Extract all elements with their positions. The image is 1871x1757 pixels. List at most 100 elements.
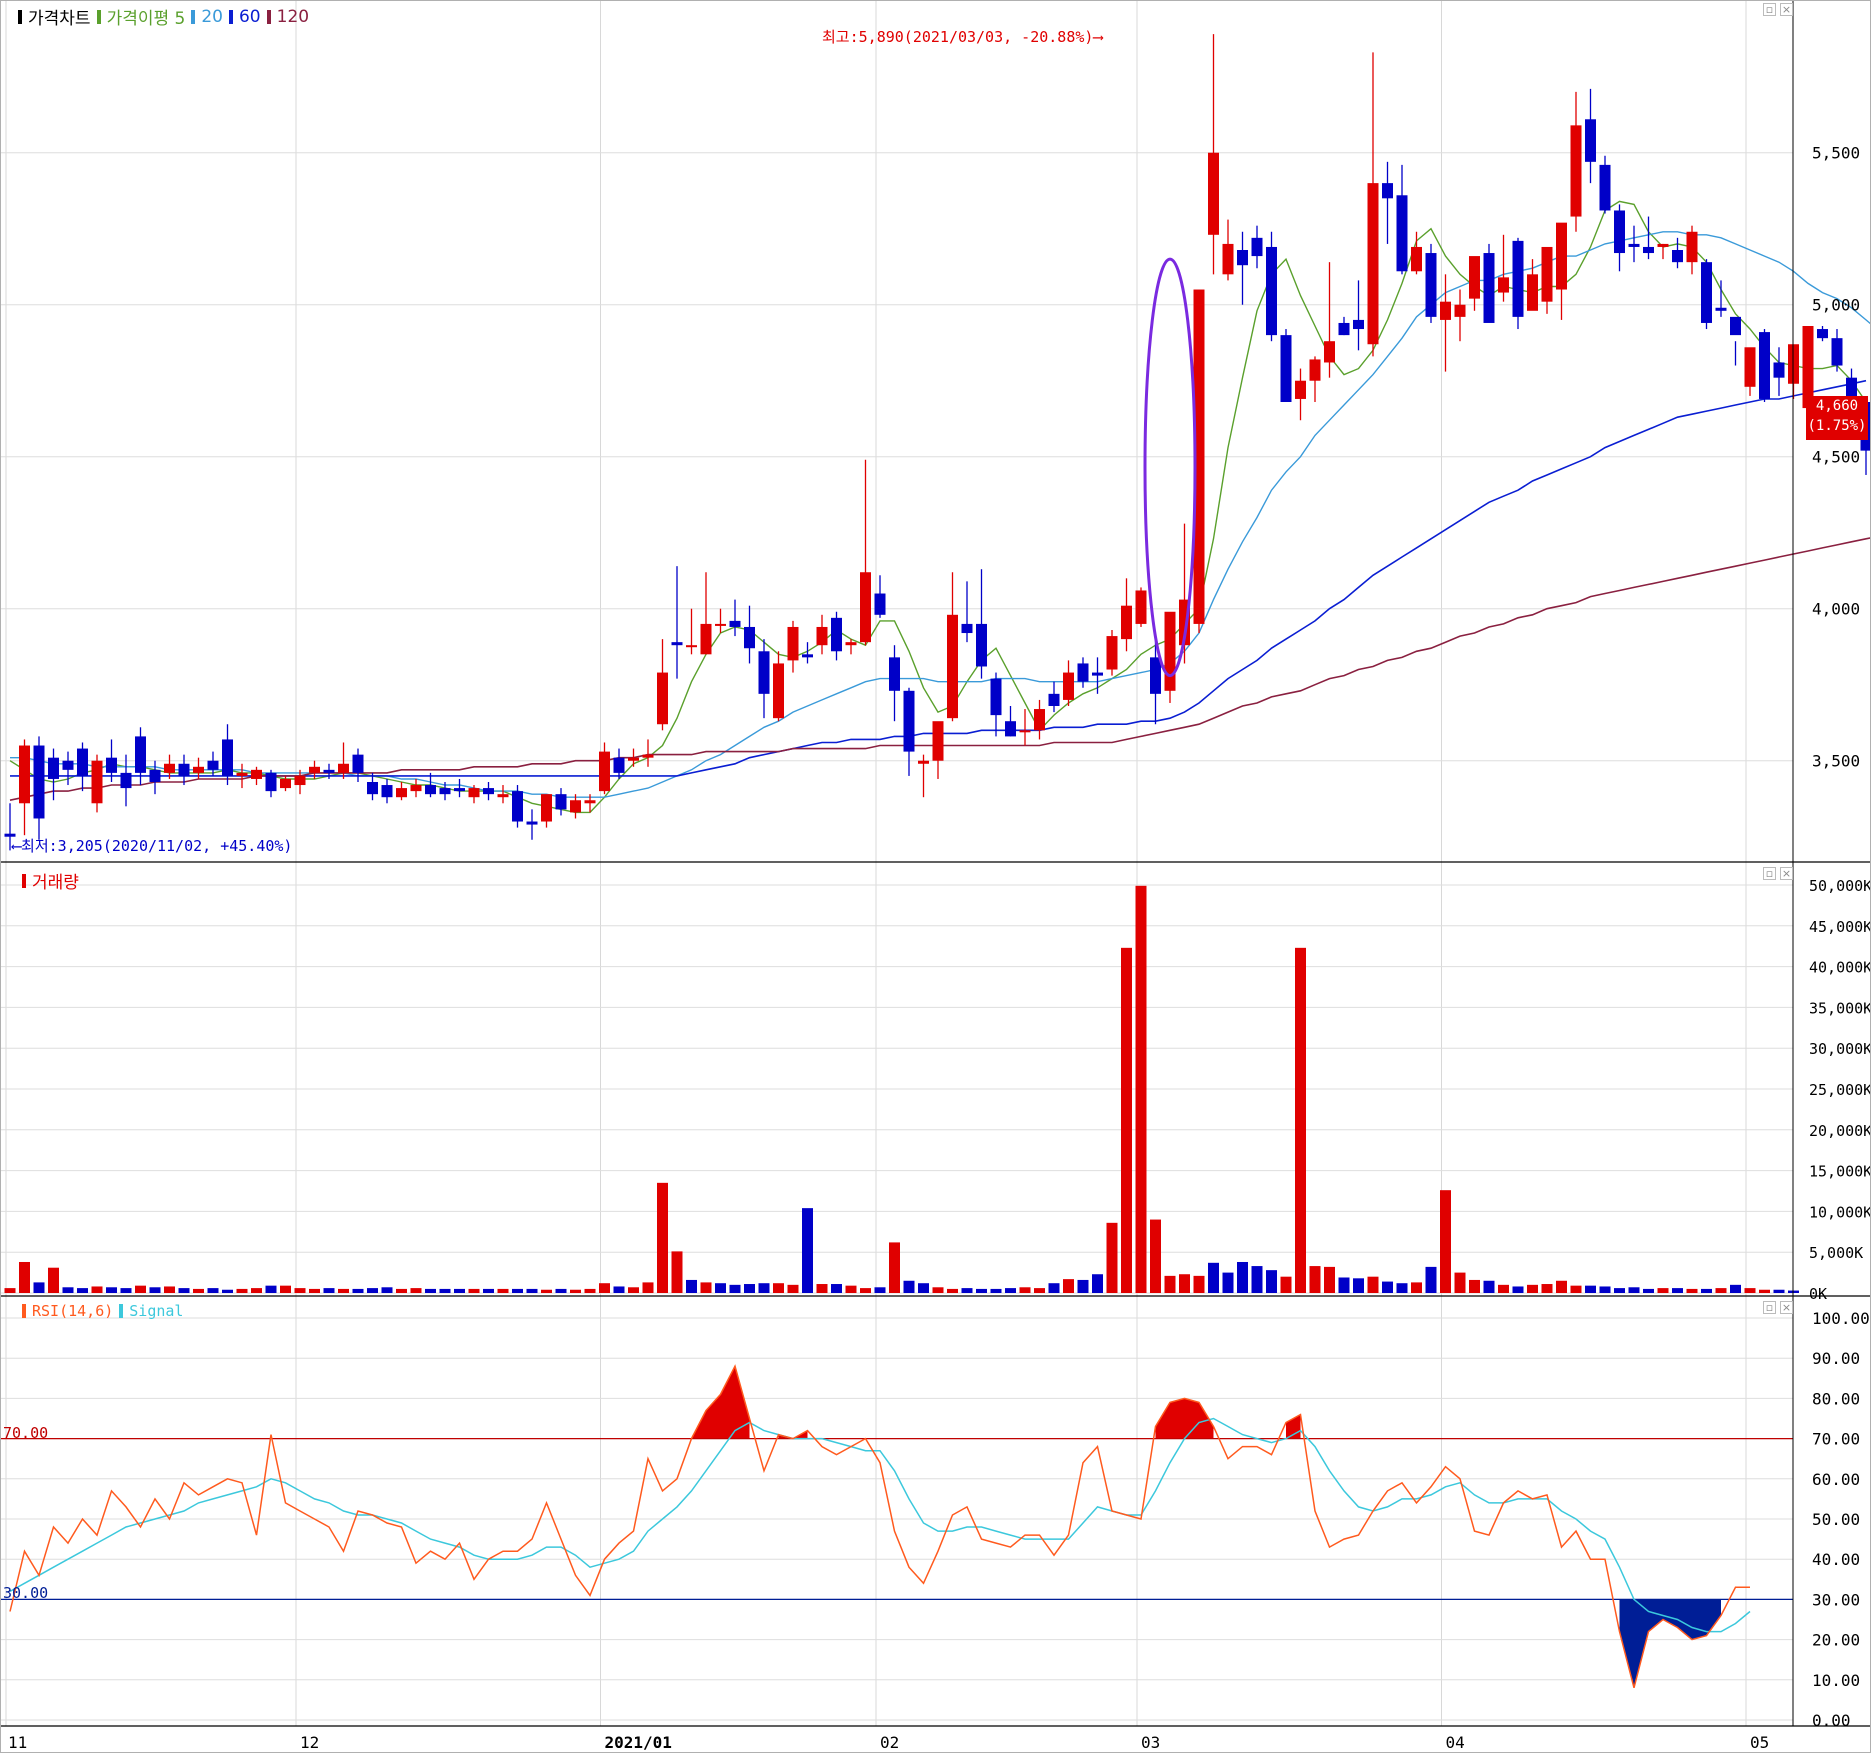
volume-bar [614,1286,625,1293]
rsi-axis-tick-label: 70.00 [1812,1430,1860,1449]
candle-body [1498,277,1509,292]
candle-body [1832,338,1843,365]
candle-body [1150,657,1161,693]
candle-body [1643,247,1654,253]
candle-body [1310,359,1321,380]
legend-volume-label: 거래량 [32,868,79,893]
candle-body [1165,612,1176,691]
candle-body [1136,590,1147,623]
price-panel-close-button[interactable]: × [1780,3,1793,16]
legend-ma20-label: 20 [201,7,223,27]
volume-bar [1179,1274,1190,1293]
candle-body [512,791,523,821]
candle-body [164,764,175,773]
volume-bar [730,1285,741,1293]
candle-body [889,657,900,690]
rsi-axis-tick-label: 20.00 [1812,1631,1860,1650]
volume-bar [1223,1273,1234,1293]
volume-bar [802,1208,813,1293]
candle-body [309,767,320,773]
volume-bar [889,1242,900,1293]
volume-bar [788,1285,799,1293]
volume-bar [411,1288,422,1293]
candle-body [222,739,233,775]
rsi-axis-tick-label: 40.00 [1812,1550,1860,1569]
rsi-axis-tick-label: 90.00 [1812,1349,1860,1368]
volume-bar [1107,1223,1118,1293]
volume-bar [338,1289,349,1293]
candle-body [483,788,494,794]
volume-bar [164,1286,175,1293]
candle-body [1701,262,1712,323]
volume-bar [121,1288,132,1293]
low-price-annotation: ⟵최저:3,205(2020/11/02, +45.40%) [12,835,292,856]
price-panel-minimize-button[interactable]: ▫ [1763,3,1776,16]
volume-bar [817,1284,828,1293]
legend-marker-price [18,10,22,24]
volume-bar [1440,1190,1451,1293]
volume-bar [643,1282,654,1293]
candle-body [1817,329,1828,338]
candle-body [759,651,770,694]
candle-body [614,758,625,773]
candle-body [730,621,741,627]
volume-bar [759,1283,770,1293]
candle-body [77,749,88,776]
volume-bar [1426,1267,1437,1293]
candle-body [1469,256,1480,299]
volume-bar [1556,1281,1567,1293]
candle-body [338,764,349,773]
volume-bar [1643,1289,1654,1293]
volume-bar [1774,1290,1785,1293]
volume-bar [454,1289,465,1293]
candle-body [773,663,784,718]
candle-body [266,773,277,791]
volume-bar [469,1289,480,1293]
volume-axis-tick-label: 45,000K [1809,918,1871,936]
x-axis-month-label: 2021/01 [605,1733,672,1752]
candle-body [1266,247,1277,335]
candle-body [599,752,610,792]
volume-bar [773,1283,784,1293]
volume-bar [933,1287,944,1293]
volume-panel-minimize-button[interactable]: ▫ [1763,867,1776,880]
volume-bar [295,1288,306,1293]
candle-body [106,758,117,773]
volume-bar [1092,1274,1103,1293]
rsi-axis-tick-label: 10.00 [1812,1671,1860,1690]
volume-bar [48,1268,59,1293]
chart-canvas: 11122021/01020304053,5004,0004,5005,0005… [0,0,1871,1753]
volume-bar [150,1287,161,1293]
candle-body [353,755,364,773]
volume-bar [1397,1283,1408,1293]
candle-body [135,736,146,772]
rsi-legend: RSI(14,6) Signal [22,1302,183,1320]
candle-body [556,794,567,809]
candle-body [1629,244,1640,247]
volume-panel-close-button[interactable]: × [1780,867,1793,880]
legend-marker-volume [22,874,26,888]
rsi-panel-close-button[interactable]: × [1780,1301,1793,1314]
candle-body [1078,663,1089,681]
rsi-axis-tick-label: 80.00 [1812,1389,1860,1408]
candle-body [324,770,335,773]
candle-body [1745,347,1756,387]
candle-body [1556,223,1567,290]
rsi-axis-tick-label: 30.00 [1812,1590,1860,1609]
candle-body [991,679,1002,715]
volume-bar [1020,1287,1031,1293]
rsi-panel-minimize-button[interactable]: ▫ [1763,1301,1776,1314]
volume-bar [324,1288,335,1293]
volume-bar [193,1289,204,1293]
volume-bar [1498,1285,1509,1293]
candle-body [34,746,45,819]
volume-bar [483,1289,494,1293]
legend-marker-ma120 [267,10,271,24]
volume-bar [1078,1280,1089,1293]
volume-bar [1295,948,1306,1293]
candle-body [280,779,291,788]
candle-body [643,755,654,758]
candle-body [1353,320,1364,329]
volume-bar [251,1288,262,1293]
volume-bar [222,1290,233,1293]
